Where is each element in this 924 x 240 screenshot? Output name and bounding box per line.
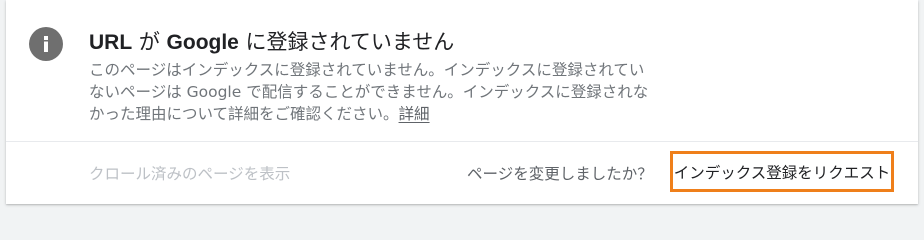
title-google: Google <box>166 31 239 54</box>
notice-description: このページはインデックスに登録されていません。インデックスに登録されてい ないペ… <box>89 59 689 125</box>
description-line-2: ないページは Google で配信することができません。インデックスに登録されな <box>89 83 649 101</box>
info-icon-glyph <box>44 36 48 52</box>
request-indexing-button[interactable]: インデックス登録をリクエスト <box>670 151 894 192</box>
title-url: URL <box>89 31 133 54</box>
description-line-3-text: かった理由について詳細をご確認ください。 <box>89 105 399 123</box>
notice-title: URL が Google に登録されていません <box>89 26 454 56</box>
page-changed-question: ページを変更しましたか？ <box>467 165 653 183</box>
title-suffix: に登録されていません <box>238 30 455 54</box>
title-ga: が <box>132 30 167 54</box>
description-line-3: かった理由について詳細をご確認ください。詳細 <box>89 103 689 125</box>
divider <box>6 141 918 142</box>
description-line-1: このページはインデックスに登録されていません。インデックスに登録されてい <box>89 61 645 79</box>
url-inspection-card: URL が Google に登録されていません このページはインデックスに登録さ… <box>6 0 918 204</box>
details-link[interactable]: 詳細 <box>399 105 430 123</box>
info-icon <box>29 27 63 61</box>
view-crawled-page-button[interactable]: クロール済みのページを表示 <box>89 162 290 184</box>
